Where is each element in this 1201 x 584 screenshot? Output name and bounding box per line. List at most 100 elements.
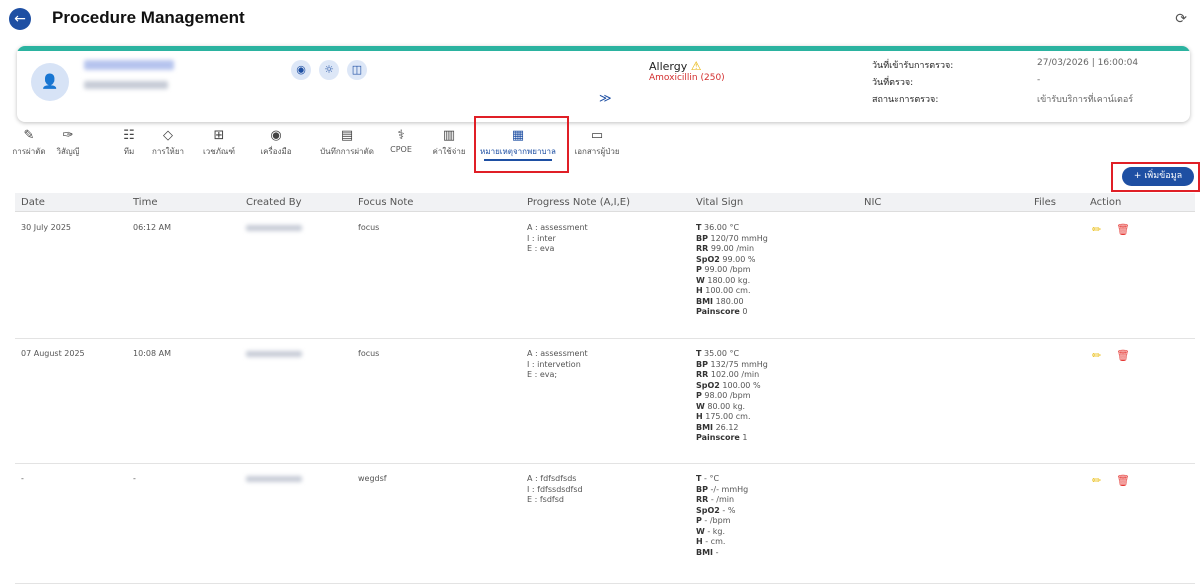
vital-line: RR 99.00 /min <box>696 244 755 253</box>
vital-line: P - /bpm <box>696 516 731 525</box>
page-title: Procedure Management <box>52 8 245 27</box>
cell-vital-sign: T - °C BP -/- mmHg RR - /min SpO2 - % P - /b… <box>696 474 748 558</box>
cell-focus-note: focus <box>358 223 380 232</box>
col-progress-note: Progress Note (A,I,E) <box>527 197 630 208</box>
progress-note-line: I : inter <box>527 233 556 243</box>
delete-trash-icon[interactable]: 🗑 <box>1116 349 1130 362</box>
allergy-title: Allergy <box>649 60 688 73</box>
table-row: 30 July 2025 06:12 AM focus A : assessment I… <box>15 213 1195 339</box>
tab-medication[interactable]: ◇ การให้ยา <box>146 128 190 158</box>
progress-note-line: A : fdfsdfsds <box>527 474 577 483</box>
cell-focus-note: focus <box>358 349 380 358</box>
document-icon[interactable]: ◫ <box>347 60 367 80</box>
tab-expenses[interactable]: ▥ ค่าใช้จ่าย <box>430 128 468 158</box>
patient-card: 👤 ◉ ☼ ◫ ≫ Allergy ⚠ Amoxicillin (250) วั… <box>17 46 1190 122</box>
fingerprint-icon[interactable]: ◉ <box>291 60 311 80</box>
col-created-by: Created By <box>246 197 302 208</box>
vital-line: BMI 180.00 <box>696 296 744 306</box>
col-focus-note: Focus Note <box>358 197 414 208</box>
edit-pencil-icon[interactable]: ✏ <box>1092 349 1101 362</box>
table-row: 07 August 2025 10:08 AM focus A : assessmen… <box>15 339 1195 464</box>
col-nic: NIC <box>864 197 882 208</box>
visit-date-label: วันที่เข้ารับการตรวจ: <box>872 61 954 71</box>
cell-progress-note: A : fdfsdfsds I : fdfssdsdfsd E : fsdfsd <box>527 474 583 506</box>
col-vital-sign: Vital Sign <box>696 197 744 208</box>
stethoscope-icon: ⚕ <box>397 128 405 143</box>
cell-date: 07 August 2025 <box>21 349 85 358</box>
allergy-value: Amoxicillin (250) <box>649 73 725 83</box>
tab-supplies[interactable]: ⊞ เวชภัณฑ์ <box>200 128 238 158</box>
created-by-redacted <box>246 225 302 231</box>
pill-icon: ◇ <box>163 128 173 143</box>
vital-line: SpO2 100.00 % <box>696 380 761 390</box>
vital-line: SpO2 99.00 % <box>696 254 756 264</box>
tab-team[interactable]: ☷ ทีม <box>116 128 142 158</box>
progress-note-line: A : assessment <box>527 223 588 232</box>
back-arrow-icon[interactable]: ← <box>9 8 31 30</box>
cell-time: 10:08 AM <box>133 349 171 358</box>
vital-line: T 35.00 °C <box>696 349 740 358</box>
vital-line: W 80.00 kg. <box>696 401 746 411</box>
vital-line: P 98.00 /bpm <box>696 391 751 400</box>
team-icon: ☷ <box>123 128 135 143</box>
refresh-icon[interactable]: ⟳ <box>1175 11 1187 27</box>
exam-status-label: สถานะการตรวจ: <box>872 95 939 105</box>
exam-date-label: วันที่ตรวจ: <box>872 78 914 88</box>
tab-surgery[interactable]: ✎ การผ่าตัด <box>10 128 48 158</box>
patient-id-redacted <box>84 81 168 89</box>
vital-line: BMI - <box>696 547 719 557</box>
tab-surgery-record[interactable]: ▤ บันทึกการผ่าตัด <box>314 128 380 158</box>
cell-time: - <box>133 474 136 483</box>
tab-anesthesia[interactable]: ✑ วิสัญญี <box>50 128 86 158</box>
vital-line: T 36.00 °C <box>696 223 740 232</box>
vital-line: Painscore 0 <box>696 307 748 316</box>
tab-cpoe[interactable]: ⚕ CPOE <box>386 128 416 154</box>
tab-instruments[interactable]: ◉ เครื่องมือ <box>254 128 298 158</box>
col-date: Date <box>21 197 45 208</box>
cell-vital-sign: T 36.00 °C BP 120/70 mmHg RR 99.00 /min SpO… <box>696 223 768 318</box>
grid-icon: ⊞ <box>213 128 225 143</box>
created-by-redacted <box>246 351 302 357</box>
vital-line: Painscore 1 <box>696 433 748 442</box>
vital-line: BP -/- mmHg <box>696 484 749 494</box>
delete-trash-icon[interactable]: 🗑 <box>1116 223 1130 236</box>
cell-time: 06:12 AM <box>133 223 171 232</box>
highlight-box-add-button <box>1111 162 1200 192</box>
cell-progress-note: A : assessment I : inter E : eva <box>527 223 588 255</box>
cell-progress-note: A : assessment I : intervetion E : eva; <box>527 349 588 381</box>
cell-focus-note: wegdsf <box>358 474 387 483</box>
avatar-icon: 👤 <box>31 63 69 101</box>
progress-note-line: E : eva; <box>527 370 558 379</box>
table-header: Date Time Created By Focus Note Progress… <box>15 193 1195 212</box>
vital-line: RR 102.00 /min <box>696 370 760 379</box>
patient-name-redacted <box>84 60 174 70</box>
progress-note-line: I : fdfssdsdfsd <box>527 484 583 494</box>
edit-pencil-icon[interactable]: ✏ <box>1092 474 1101 487</box>
chevron-double-down-icon[interactable]: ≫ <box>599 91 612 105</box>
top-bar: ← Procedure Management ⟳ <box>0 0 1201 40</box>
table-row: - - wegdsf A : fdfsdfsds I : fdfssdsdfsd E : … <box>15 464 1195 584</box>
vital-line: BP 120/70 mmHg <box>696 233 768 243</box>
col-files: Files <box>1034 197 1056 208</box>
tab-patient-documents[interactable]: ▭ เอกสารผู้ป่วย <box>568 128 626 158</box>
vital-line: SpO2 - % <box>696 505 736 515</box>
progress-note-line: E : fsdfsd <box>527 495 564 504</box>
pencil-icon: ✎ <box>23 128 35 143</box>
cell-date: - <box>21 474 24 483</box>
sun-icon[interactable]: ☼ <box>319 60 339 80</box>
cell-vital-sign: T 35.00 °C BP 132/75 mmHg RR 102.00 /min Sp… <box>696 349 768 444</box>
allergy-label: Allergy ⚠ <box>649 59 702 73</box>
vital-line: BP 132/75 mmHg <box>696 359 768 369</box>
vital-line: W - kg. <box>696 526 726 536</box>
record-icon: ▤ <box>340 128 354 143</box>
highlight-box-nursing-tab <box>474 116 569 173</box>
vital-line: BMI 26.12 <box>696 422 739 432</box>
vital-line: T - °C <box>696 474 720 483</box>
vital-line: RR - /min <box>696 495 735 504</box>
col-time: Time <box>133 197 158 208</box>
delete-trash-icon[interactable]: 🗑 <box>1116 474 1130 487</box>
edit-pencil-icon[interactable]: ✏ <box>1092 223 1101 236</box>
visit-date-value: 27/03/2026 | 16:00:04 <box>1037 58 1139 68</box>
tool-icon: ◉ <box>270 128 282 143</box>
syringe-icon: ✑ <box>62 128 74 143</box>
